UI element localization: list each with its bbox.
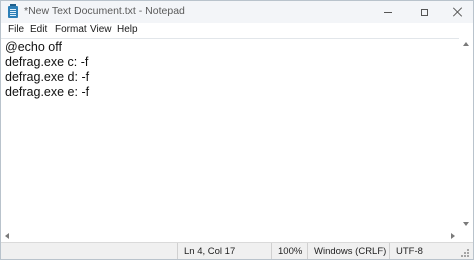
- editor-line: defrag.exe c: -f: [5, 55, 89, 69]
- menu-file[interactable]: File: [8, 24, 24, 35]
- text-editor[interactable]: @echo off defrag.exe c: -f defrag.exe d:…: [1, 38, 459, 230]
- resize-grip-icon[interactable]: [461, 249, 469, 257]
- scroll-up-icon[interactable]: [463, 42, 469, 46]
- close-icon: [453, 7, 463, 17]
- editor-line: defrag.exe e: -f: [5, 85, 90, 99]
- editor-line: @echo off: [5, 40, 62, 54]
- notepad-icon: [8, 4, 18, 18]
- cursor-position: Ln 4, Col 17: [177, 243, 271, 259]
- menu-bar: File Edit Format View Help: [1, 23, 473, 38]
- encoding: UTF-8: [389, 243, 459, 259]
- scroll-right-icon[interactable]: [451, 233, 455, 239]
- maximize-icon: [420, 8, 428, 16]
- menu-format[interactable]: Format: [55, 24, 87, 35]
- close-button[interactable]: [441, 1, 473, 23]
- status-bar: Ln 4, Col 17 100% Windows (CRLF) UTF-8: [1, 242, 473, 259]
- notepad-window: *New Text Document.txt - Notepad File Ed…: [0, 0, 474, 260]
- minimize-icon: [384, 11, 392, 13]
- menu-help[interactable]: Help: [117, 24, 138, 35]
- line-ending: Windows (CRLF): [307, 243, 389, 259]
- horizontal-scrollbar[interactable]: [1, 230, 473, 242]
- menu-view[interactable]: View: [90, 24, 112, 35]
- maximize-button[interactable]: [407, 1, 441, 23]
- title-bar[interactable]: *New Text Document.txt - Notepad: [1, 1, 473, 23]
- vertical-scrollbar[interactable]: [459, 38, 473, 230]
- menu-edit[interactable]: Edit: [30, 24, 47, 35]
- zoom-level: 100%: [271, 243, 307, 259]
- minimize-button[interactable]: [371, 1, 405, 23]
- scroll-left-icon[interactable]: [5, 233, 9, 239]
- window-title: *New Text Document.txt - Notepad: [24, 5, 185, 17]
- scroll-down-icon[interactable]: [463, 222, 469, 226]
- editor-line: defrag.exe d: -f: [5, 70, 90, 84]
